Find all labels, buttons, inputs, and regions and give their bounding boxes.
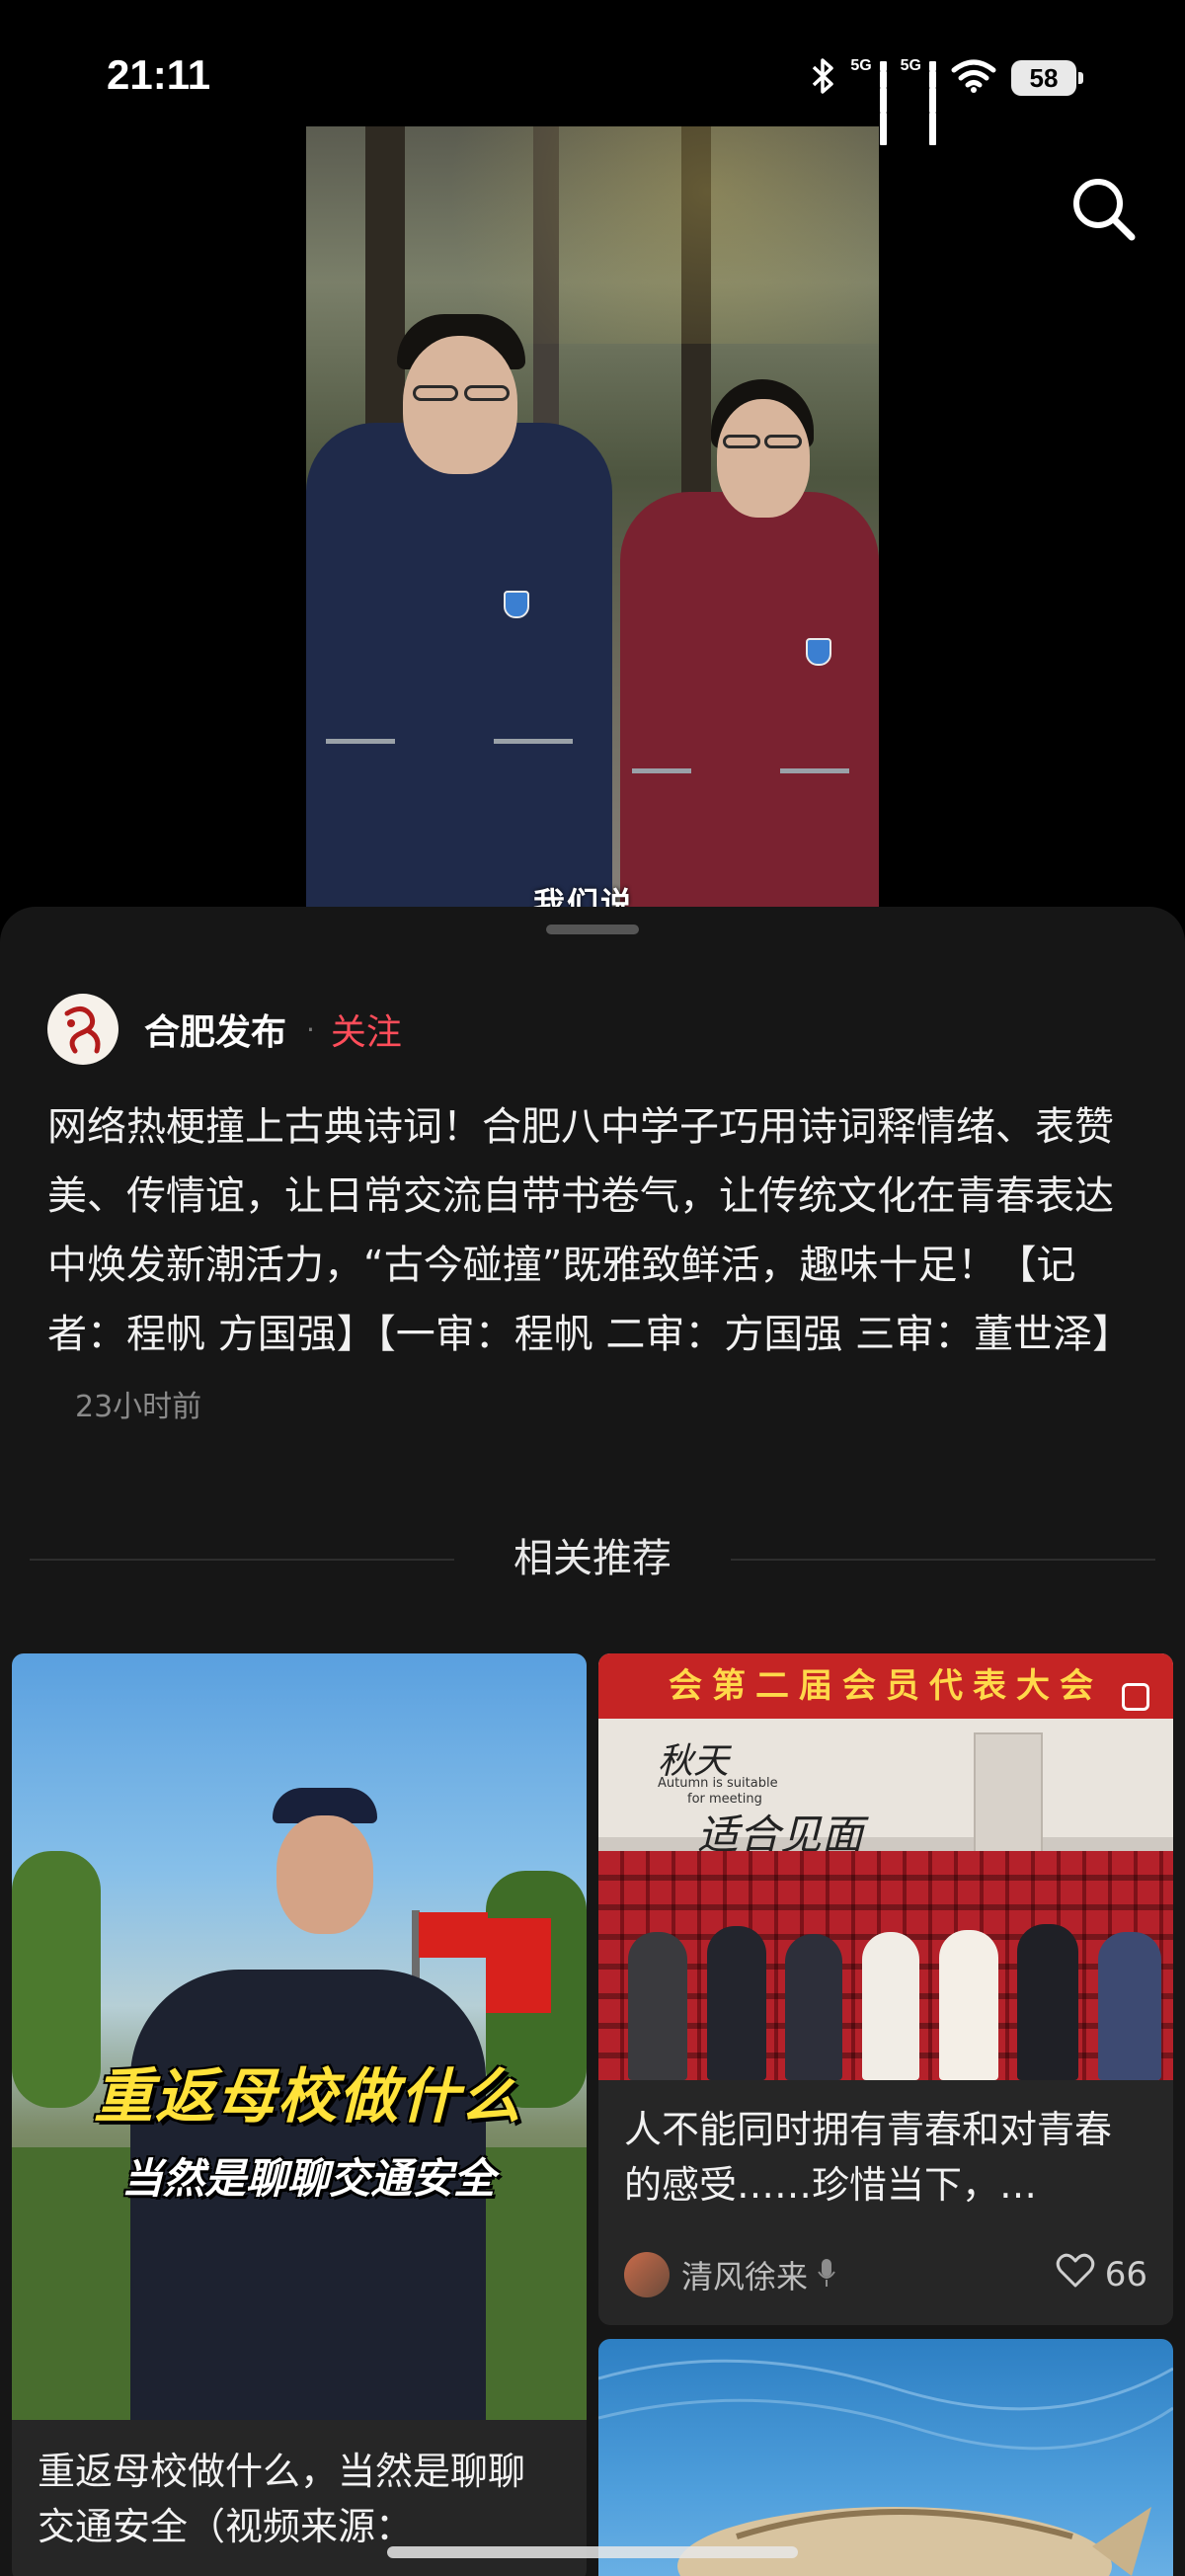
status-bar: 21:11 5G 5G 58 [0, 0, 1185, 145]
bluetooth-icon [811, 57, 836, 99]
related-title: 相关推荐 [514, 1536, 672, 1581]
search-button[interactable] [1068, 174, 1140, 245]
card-thumbnail: 重返母校做什么 当然是聊聊交通安全 [12, 1653, 587, 2420]
signal-1-icon [879, 61, 887, 145]
card-title: 重返母校做什么，当然是聊聊交通安全（视频来源： [38, 2450, 526, 2548]
recommend-card[interactable]: 会第二届会员代表大会 秋天 Autumn is suitable for mee… [598, 1653, 1173, 2325]
thumb-fish-art [598, 2359, 1173, 2576]
video-player[interactable]: 我们说 [306, 126, 879, 907]
wifi-icon [950, 58, 997, 98]
thumb-banner: 会第二届会员代表大会 [598, 1653, 1173, 1719]
status-time: 21:11 [107, 51, 211, 98]
author-avatar[interactable] [47, 994, 118, 1065]
heart-icon [1056, 2253, 1095, 2297]
signal-2-icon [929, 61, 936, 145]
like-button[interactable]: 66 [1056, 2253, 1147, 2297]
multi-image-icon [1122, 1683, 1149, 1711]
card-meta: 清风徐来 66 [624, 2250, 1147, 2299]
like-count: 66 [1104, 2255, 1147, 2294]
card-thumbnail [598, 2339, 1173, 2576]
card-author-avatar[interactable] [624, 2252, 670, 2297]
post-description: 网络热梗撞上古典诗词！合肥八中学子巧用诗词释情绪、表赞美、传情谊，让日常交流自带… [47, 1092, 1144, 1442]
thumb-overlay-subtitle: 当然是聊聊交通安全 [120, 2154, 495, 2203]
network-type-2: 5G [900, 57, 921, 74]
status-icons: 5G 5G 58 [811, 57, 1083, 145]
home-indicator[interactable] [387, 2546, 798, 2558]
author-row: 合肥发布 · 关注 [47, 994, 402, 1065]
thumb-officer-face [276, 1815, 373, 1934]
post-time: 23小时前 [75, 1390, 202, 1424]
battery-indicator: 58 [1011, 60, 1083, 96]
card-title: 人不能同时拥有青春和对青春的感受……珍惜当下，… [624, 2108, 1113, 2207]
network-type-1: 5G [850, 57, 872, 74]
hefei-logo-icon [64, 1006, 101, 1054]
author-name[interactable]: 合肥发布 [144, 1004, 286, 1055]
related-header: 相关推荐 [0, 1529, 1185, 1588]
video-foliage [306, 126, 879, 344]
video-caption: 我们说 [533, 885, 635, 907]
card-thumbnail: 会第二届会员代表大会 秋天 Autumn is suitable for mee… [598, 1653, 1173, 2080]
follow-button[interactable]: 关注 [331, 1004, 402, 1055]
post-description-text: 网络热梗撞上古典诗词！合肥八中学子巧用诗词释情绪、表赞美、传情谊，让日常交流自带… [47, 1104, 1133, 1357]
thumb-overlay-title: 重返母校做什么 [94, 2062, 522, 2132]
thumb-group [628, 1910, 1161, 2080]
separator-dot: · [306, 1012, 315, 1046]
search-icon [1068, 179, 1140, 249]
recommend-card[interactable] [598, 2339, 1173, 2576]
card-author-name[interactable]: 清风徐来 [681, 2252, 808, 2297]
thumb-handwriting-en: Autumn is suitable [658, 1776, 778, 1791]
sheet-drag-handle[interactable] [546, 925, 639, 934]
thumb-flag [419, 1912, 488, 1958]
thumb-flag [486, 1918, 551, 2013]
microphone-icon [808, 2258, 837, 2292]
recommend-card[interactable]: 重返母校做什么 当然是聊聊交通安全 重返母校做什么，当然是聊聊交通安全（视频来源… [12, 1653, 587, 2576]
